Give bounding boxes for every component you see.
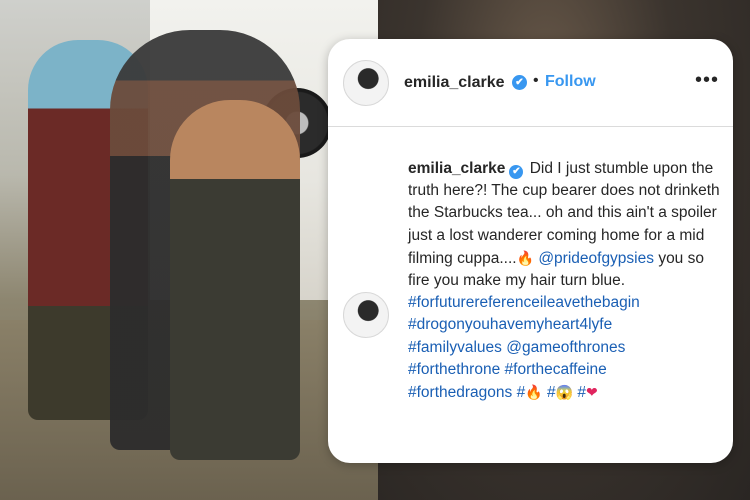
mention-link[interactable]: @gameofthrones	[506, 339, 625, 356]
hashtag-link[interactable]: #	[577, 384, 586, 401]
hashtag-link[interactable]: #	[547, 384, 556, 401]
instagram-post-card: emilia_clarke ✔ • Follow ••• emilia_clar…	[328, 39, 733, 463]
verified-icon: ✔	[512, 75, 527, 90]
person-right	[170, 100, 300, 460]
profile-avatar[interactable]	[343, 60, 389, 106]
mention-link[interactable]: @prideofgypsies	[538, 250, 654, 267]
fire-emoji-icon: 🔥	[516, 249, 534, 266]
fire-emoji-icon: 🔥	[525, 384, 543, 401]
hashtag-link[interactable]: #forfuturereferenceileavethebagin	[408, 294, 640, 311]
caption-avatar[interactable]	[343, 292, 389, 338]
more-options-icon[interactable]: •••	[695, 69, 719, 92]
post-photo	[0, 0, 378, 500]
post-username[interactable]: emilia_clarke	[404, 74, 505, 92]
separator-dot: •	[533, 72, 539, 89]
verified-icon: ✔	[509, 165, 524, 179]
caption-username[interactable]: emilia_clarke	[408, 160, 505, 177]
heart-emoji-icon: ❤	[585, 384, 598, 401]
hashtag-link[interactable]: #forthecaffeine	[505, 361, 607, 378]
hashtag-link[interactable]: #familyvalues	[408, 339, 502, 356]
hashtag-link[interactable]: #drogonyouhavemyheart4lyfe	[408, 316, 612, 333]
scream-emoji-icon: 😱	[555, 384, 574, 401]
hashtag-link[interactable]: #forthedragons	[408, 384, 512, 401]
post-caption: emilia_clarke ✔ Did I just stumble upon t…	[408, 158, 726, 404]
hashtag-link[interactable]: #forthethrone	[408, 361, 500, 378]
hashtag-link[interactable]: #	[517, 384, 526, 401]
follow-button[interactable]: Follow	[545, 73, 596, 91]
post-header: emilia_clarke ✔ • Follow •••	[328, 39, 733, 127]
